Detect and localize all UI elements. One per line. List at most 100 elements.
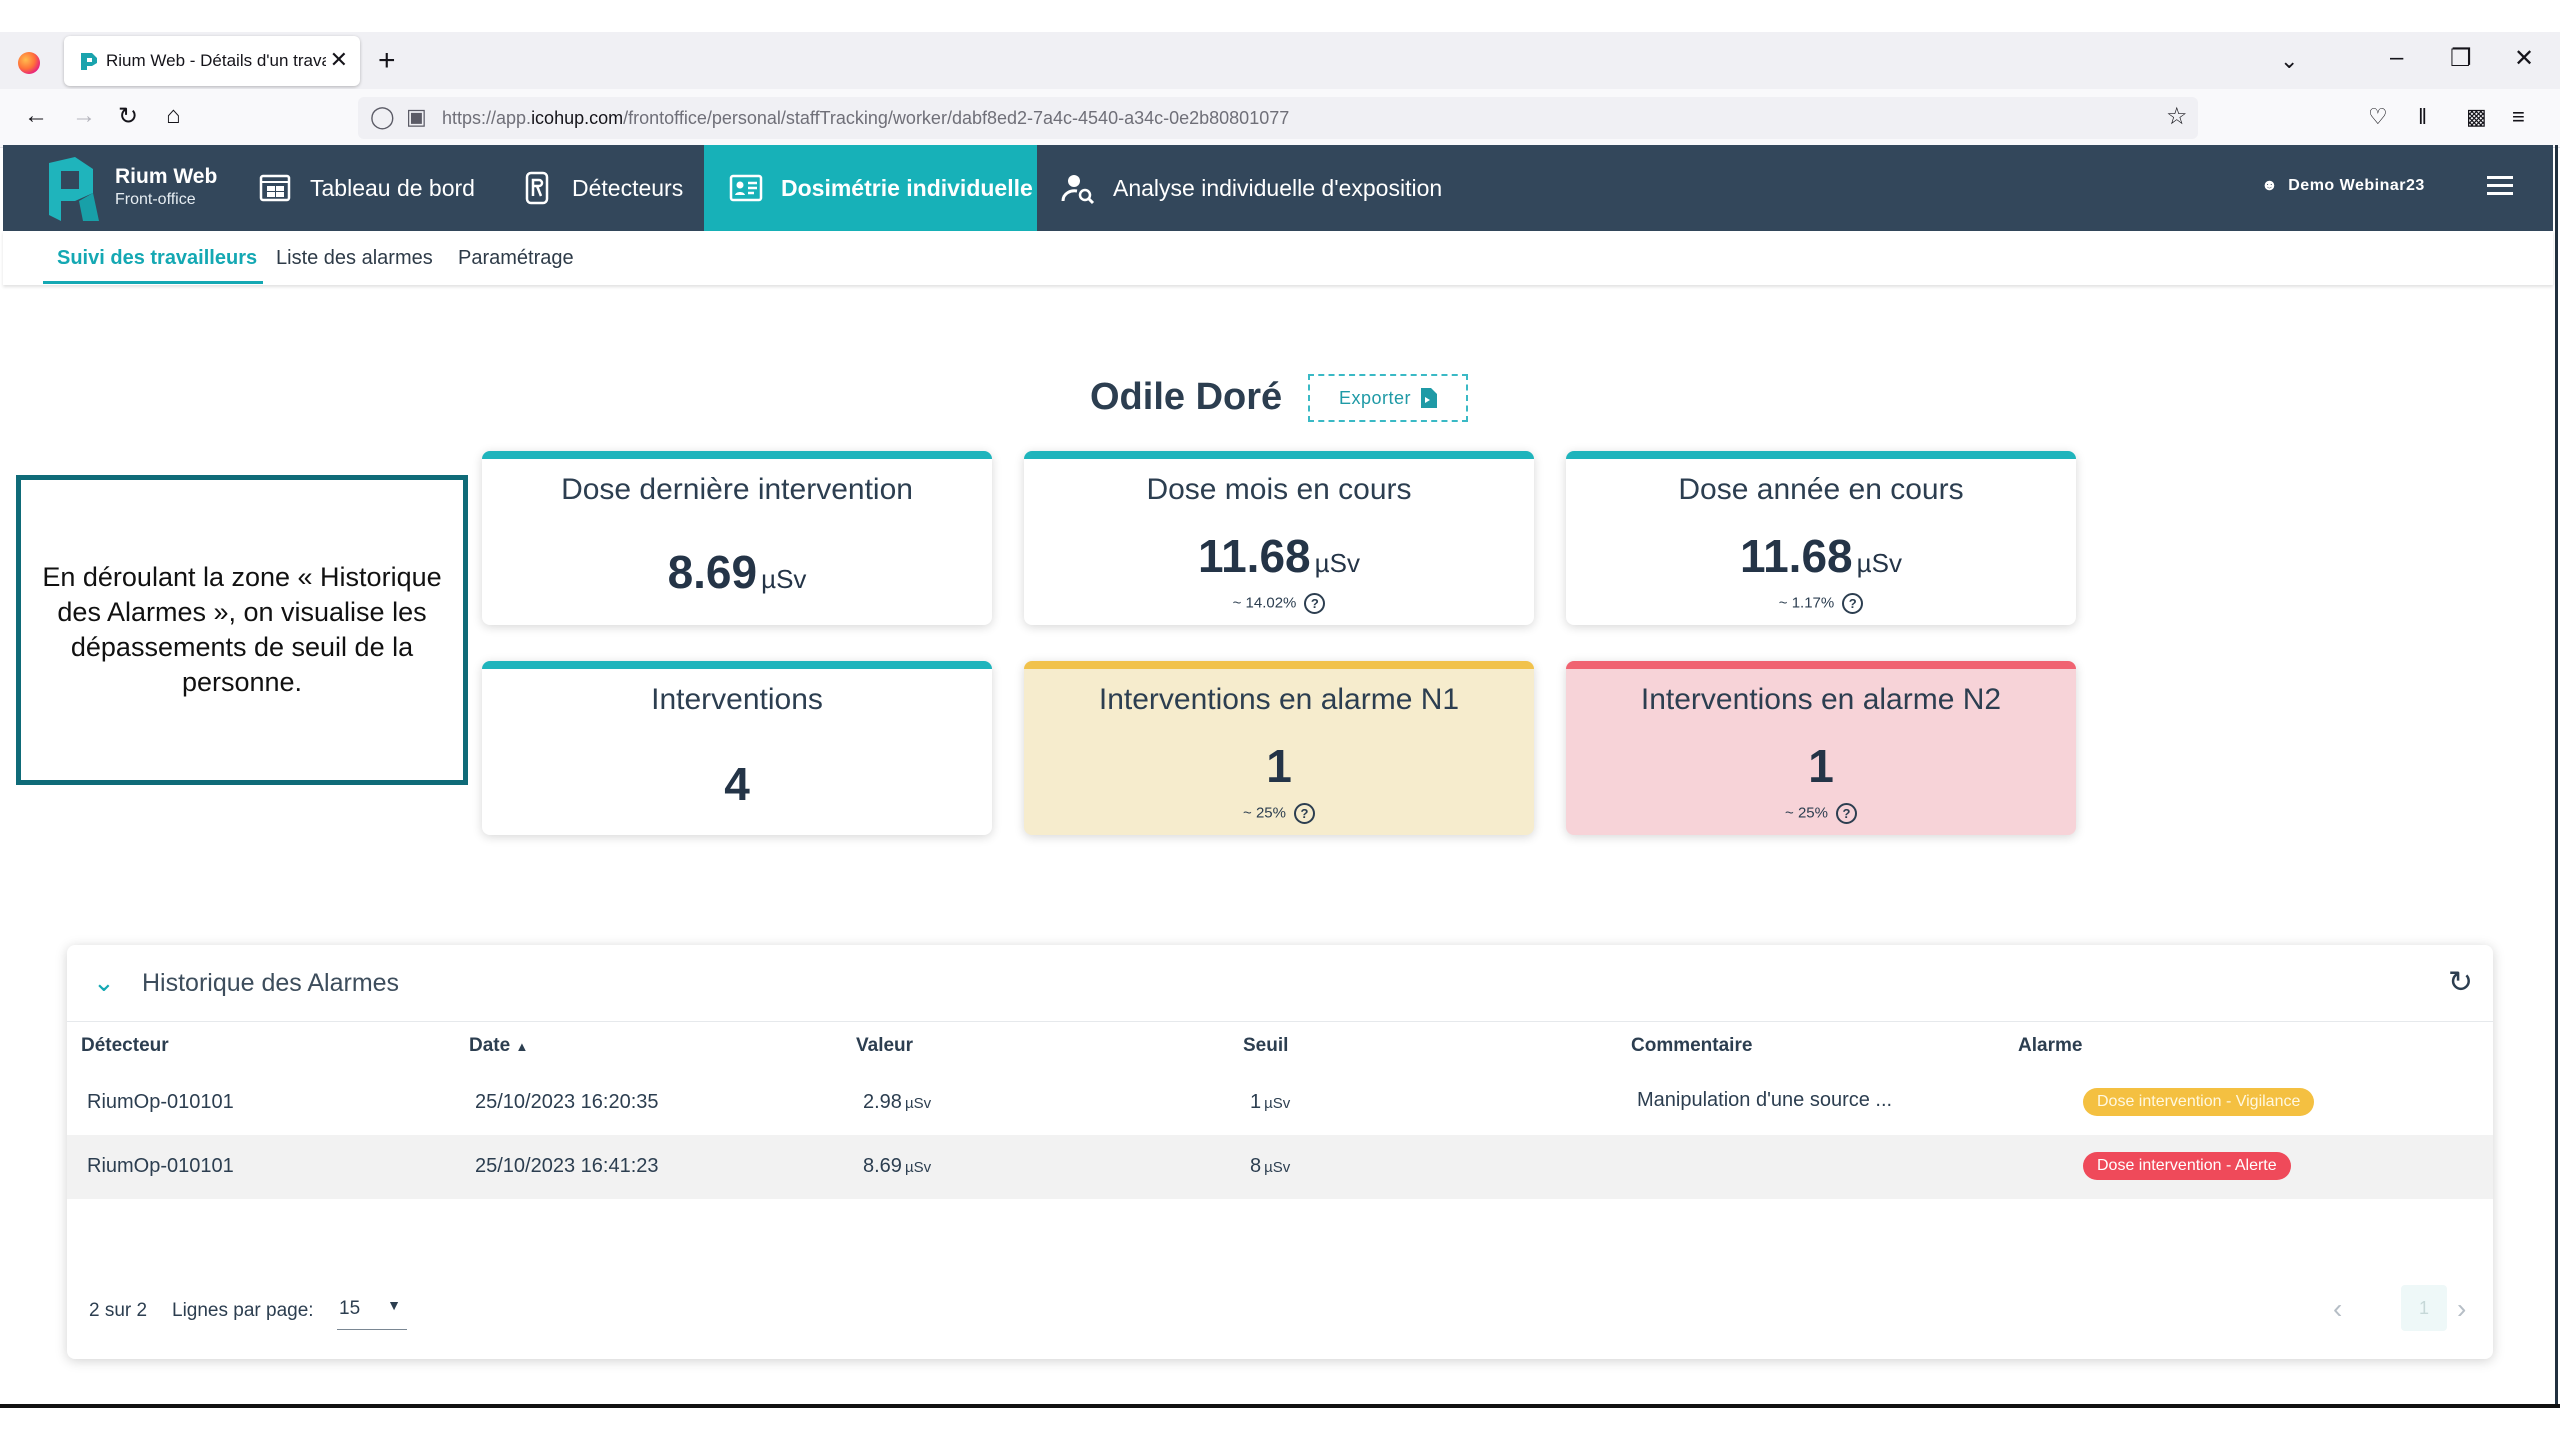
close-window-icon[interactable]: ✕ — [2514, 44, 2534, 73]
column-header-threshold[interactable]: Seuil — [1243, 1035, 1288, 1057]
sub-navigation: Suivi des travailleurs Liste des alarmes… — [3, 231, 2553, 285]
card-value: 1 — [1266, 740, 1292, 792]
card-month-dose: Dose mois en cours 11.68 µSv ~ 14.02%? — [1024, 451, 1534, 625]
subtab-settings[interactable]: Paramétrage — [458, 247, 574, 270]
cell-threshold-number: 1 — [1250, 1091, 1262, 1113]
subtab-alarm-list[interactable]: Liste des alarmes — [276, 247, 433, 270]
alarm-history-title: Historique des Alarmes — [142, 969, 400, 997]
alarm-badge-alert: Dose intervention - Alerte — [2083, 1152, 2291, 1180]
person-search-icon — [1061, 175, 1095, 205]
next-page-chevron-icon[interactable]: › — [2457, 1293, 2466, 1325]
card-sub: ~ 1.17%? — [1566, 593, 2076, 614]
help-icon[interactable]: ? — [1835, 803, 1857, 824]
alarm-badge-vigilance: Dose intervention - Vigilance — [2083, 1088, 2315, 1116]
export-button[interactable]: Exporter — [1308, 374, 1468, 422]
new-tab-icon[interactable]: + — [378, 44, 396, 78]
nav-individual-dosimetry[interactable]: Dosimétrie individuelle — [704, 145, 1037, 231]
card-value-unit: µSv — [1314, 548, 1360, 578]
card-value: 11.68 µSv — [1024, 529, 1534, 583]
annotation-callout: En déroulant la zone « Historique des Al… — [16, 475, 468, 785]
card-value: 8.69 µSv — [482, 545, 992, 599]
nav-dashboard[interactable]: Tableau de bord — [258, 145, 475, 231]
detector-icon — [525, 171, 549, 205]
cell-comment: Manipulation d'une source ... — [1637, 1089, 1893, 1111]
nav-detectors[interactable]: Détecteurs — [520, 145, 683, 231]
firefox-icon — [18, 52, 40, 74]
library-icon[interactable]: ‖ — [2418, 104, 2427, 130]
column-header-detector[interactable]: Détecteur — [81, 1035, 169, 1057]
logo-title: Rium Web — [115, 165, 218, 188]
cell-value: 2.98 µSv — [863, 1091, 931, 1114]
user-menu[interactable]: ☻ Demo Webinar23 — [2261, 177, 2425, 195]
dropdown-caret-icon: ▼ — [387, 1297, 401, 1313]
screen-bottom-border — [0, 1404, 2560, 1408]
nav-dashboard-label: Tableau de bord — [310, 174, 475, 201]
restore-icon[interactable]: ❐ — [2450, 44, 2472, 73]
cell-date: 25/10/2023 16:20:35 — [475, 1091, 659, 1113]
url-domain: icohup.com — [531, 108, 624, 128]
pocket-icon[interactable]: ♡ — [2368, 104, 2388, 130]
cell-value-unit: µSv — [904, 1095, 932, 1112]
logo-subtitle: Front-office — [115, 191, 196, 208]
refresh-icon[interactable]: ↻ — [2448, 965, 2473, 1000]
table-row[interactable]: RiumOp-010101 25/10/2023 16:41:23 8.69 µS… — [67, 1135, 2493, 1199]
column-header-comment[interactable]: Commentaire — [1631, 1035, 1752, 1057]
card-sub-percent: ~ 1.17% — [1778, 594, 1835, 612]
card-value-number: 8.69 — [667, 546, 758, 598]
column-header-alarm[interactable]: Alarme — [2018, 1035, 2082, 1057]
help-icon[interactable]: ? — [1304, 593, 1326, 614]
user-name: Demo Webinar23 — [2288, 177, 2425, 194]
bookmark-star-icon[interactable]: ☆ — [2166, 102, 2188, 131]
nav-exposure-analysis-label: Analyse individuelle d'exposition — [1113, 174, 1443, 201]
subtab-worker-tracking[interactable]: Suivi des travailleurs — [57, 247, 257, 270]
callout-text: En déroulant la zone « Historique des Al… — [42, 562, 442, 697]
tracking-shield-icon[interactable]: ◯ — [370, 104, 395, 130]
list-tabs-chevron-icon[interactable]: ⌄ — [2280, 48, 2298, 74]
card-interventions: Interventions 4 — [482, 661, 992, 835]
forward-arrow-icon[interactable]: → — [72, 102, 96, 130]
card-title: Interventions en alarme N2 — [1640, 683, 2002, 716]
url-text[interactable]: https://app.icohup.com/frontoffice/perso… — [442, 108, 1289, 129]
extensions-icon[interactable]: ▩ — [2466, 104, 2487, 130]
table-row[interactable]: RiumOp-010101 25/10/2023 16:20:35 2.98 µS… — [67, 1071, 2493, 1135]
back-arrow-icon[interactable]: ← — [24, 102, 48, 130]
help-icon[interactable]: ? — [1842, 593, 1864, 614]
cell-threshold-unit: µSv — [1264, 1159, 1291, 1176]
user-icon: ☻ — [2261, 177, 2279, 194]
lock-icon[interactable]: ▣ — [406, 104, 427, 130]
cell-threshold-number: 8 — [1250, 1155, 1262, 1177]
nav-exposure-analysis[interactable]: Analyse individuelle d'exposition — [1061, 145, 1442, 231]
browser-tab-active[interactable]: Rium Web - Détails d'un travail ✕ — [64, 36, 360, 86]
help-icon[interactable]: ? — [1293, 803, 1315, 824]
reload-icon[interactable]: ↻ — [118, 102, 138, 131]
rium-favicon-icon — [81, 53, 97, 70]
rows-per-page-select[interactable]: 15 ▼ — [337, 1295, 407, 1330]
card-alarm-n1: Interventions en alarme N1 1 ~ 25%? — [1024, 661, 1534, 835]
prev-page-chevron-icon[interactable]: ‹ — [2333, 1293, 2342, 1325]
tab-close-icon[interactable]: ✕ — [330, 47, 348, 73]
chevron-down-icon[interactable]: ⌄ — [93, 967, 115, 998]
browser-menu-icon[interactable]: ≡ — [2512, 104, 2525, 130]
cell-threshold-unit: µSv — [1264, 1095, 1291, 1112]
app-header: Rium Web Front-office Tableau de bord Dé… — [3, 145, 2553, 231]
home-icon[interactable]: ⌂ — [166, 102, 181, 130]
rium-logo-icon — [49, 157, 99, 221]
cell-threshold: 8 µSv — [1250, 1155, 1290, 1178]
card-value: 4 — [724, 758, 750, 810]
minimize-icon[interactable]: – — [2390, 44, 2403, 72]
cell-detector: RiumOp-010101 — [87, 1091, 234, 1113]
card-title: Dose mois en cours — [1146, 473, 1412, 506]
column-header-value[interactable]: Valeur — [856, 1035, 913, 1057]
cell-detector: RiumOp-010101 — [87, 1155, 234, 1177]
alarm-history-header[interactable]: ⌄ Historique des Alarmes ↻ — [67, 945, 2493, 1022]
card-value-number: 11.68 — [1198, 530, 1311, 582]
cell-value-number: 8.69 — [863, 1155, 902, 1177]
hamburger-menu-icon[interactable] — [2487, 171, 2513, 201]
cell-threshold: 1 µSv — [1250, 1091, 1290, 1114]
card-last-intervention-dose: Dose dernière intervention 8.69 µSv — [482, 451, 992, 625]
card-sub: ~ 25%? — [1566, 803, 2076, 824]
card-sub: ~ 14.02%? — [1024, 593, 1534, 614]
scrollbar-edge[interactable] — [2555, 145, 2558, 1405]
page-number-button[interactable]: 1 — [2401, 1285, 2447, 1331]
column-header-date[interactable]: Date ▲ — [469, 1035, 528, 1057]
